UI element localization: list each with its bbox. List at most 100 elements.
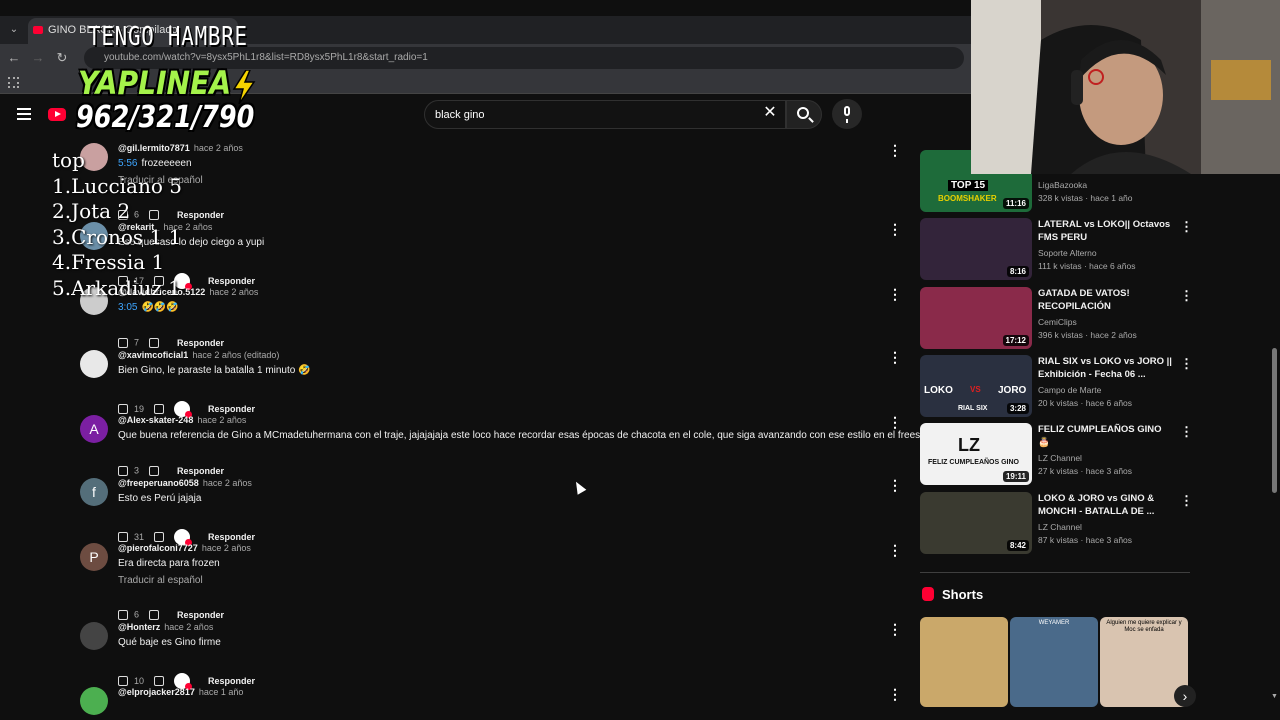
like-icon[interactable] <box>118 676 128 686</box>
comment-author[interactable]: @xavimcoficial1 <box>118 350 188 360</box>
related-video[interactable]: 17:12 GATADA DE VATOS! RECOPILACIÓN #Nels… <box>920 287 1193 349</box>
comment-text: Era directa para frozen <box>118 558 220 569</box>
video-thumbnail[interactable]: 17:12 <box>920 287 1032 349</box>
video-thumbnail[interactable]: LOKO VS JORO RIAL SIX 3:28 <box>920 355 1032 417</box>
video-stats: 27 k vistas · hace 3 años <box>1038 466 1133 476</box>
video-title[interactable]: LATERAL vs LOKO|| Octavos FMS PERU <box>1038 218 1174 244</box>
forward-icon[interactable]: → <box>30 50 46 66</box>
avatar[interactable] <box>80 622 108 650</box>
comment-time[interactable]: hace 2 años (editado) <box>192 350 279 360</box>
related-video[interactable]: LOKO VS JORO RIAL SIX 3:28 RIAL SIX vs LOKO v… <box>920 355 1193 417</box>
dislike-icon[interactable] <box>154 404 165 414</box>
channel-name[interactable]: LZ Channel <box>1038 453 1082 463</box>
comment-author[interactable]: @Honterz <box>118 622 160 632</box>
video-thumbnail[interactable]: 8:42 <box>920 492 1032 554</box>
video-title[interactable]: RIAL SIX vs LOKO vs JORO || Exhibición -… <box>1038 355 1174 381</box>
more-options-icon[interactable]: ⋮ <box>1180 425 1193 438</box>
reply-button[interactable]: Responder <box>208 276 255 286</box>
like-icon[interactable] <box>118 609 128 620</box>
thumb-text: LZ <box>958 435 980 455</box>
video-thumbnail[interactable]: LZ FELIZ CUMPLEAÑOS GINO 19:11 <box>920 423 1032 485</box>
like-count: 31 <box>134 532 145 542</box>
reply-button[interactable]: Responder <box>208 404 255 414</box>
more-options-icon[interactable]: ⋮ <box>888 287 902 301</box>
video-title[interactable]: LOKO & JORO vs GINO & MONCHI - BATALLA D… <box>1038 492 1174 518</box>
like-icon[interactable] <box>118 532 128 542</box>
comment-author[interactable]: @Alex-skater-248 <box>118 415 193 425</box>
more-options-icon[interactable]: ⋮ <box>1180 357 1193 370</box>
reply-button[interactable]: Responder <box>177 210 224 220</box>
avatar[interactable]: f <box>80 478 108 506</box>
more-options-icon[interactable]: ⋮ <box>888 222 902 236</box>
more-options-icon[interactable]: ⋮ <box>1180 494 1193 507</box>
more-options-icon[interactable]: ⋮ <box>888 543 902 557</box>
comment-time[interactable]: hace 2 años <box>203 478 252 488</box>
avatar[interactable] <box>80 350 108 378</box>
like-icon[interactable] <box>118 337 128 348</box>
voice-search-button[interactable] <box>832 99 862 129</box>
more-options-icon[interactable]: ⋮ <box>888 687 902 701</box>
related-video[interactable]: 8:16 LATERAL vs LOKO|| Octavos FMS PERU So… <box>920 218 1193 280</box>
more-options-icon[interactable]: ⋮ <box>888 622 902 636</box>
dislike-icon[interactable] <box>154 532 165 542</box>
more-options-icon[interactable]: ⋮ <box>1180 220 1193 233</box>
channel-name[interactable]: LigaBazooka <box>1038 180 1087 190</box>
dislike-icon[interactable] <box>149 465 160 476</box>
reply-button[interactable]: Responder <box>177 466 224 476</box>
comment-time[interactable]: hace 2 años <box>194 143 243 153</box>
search-input[interactable]: black gino <box>424 100 786 129</box>
more-options-icon[interactable]: ⋮ <box>888 415 902 429</box>
comment-author[interactable]: @pierofalconi7727 <box>118 543 198 553</box>
dislike-icon[interactable] <box>149 337 160 348</box>
video-thumbnail[interactable]: 8:16 <box>920 218 1032 280</box>
scroll-down-icon[interactable]: ▼ <box>1271 693 1278 700</box>
short-thumbnail[interactable] <box>920 617 1008 707</box>
timestamp-link[interactable]: 3:05 <box>118 302 137 313</box>
reply-button[interactable]: Responder <box>177 338 224 348</box>
reload-icon[interactable]: ↻ <box>54 50 70 66</box>
channel-name[interactable]: Campo de Marte <box>1038 385 1101 395</box>
clear-search-icon[interactable]: ✕ <box>762 105 778 121</box>
comment-time[interactable]: hace 2 años <box>164 622 213 632</box>
dislike-icon[interactable] <box>154 676 165 686</box>
youtube-logo-icon[interactable] <box>48 108 66 121</box>
tab-search-icon[interactable]: ⌄ <box>6 20 22 40</box>
avatar[interactable]: A <box>80 415 108 443</box>
reply-button[interactable]: Responder <box>177 610 224 620</box>
more-options-icon[interactable]: ⋮ <box>1180 289 1193 302</box>
search-button[interactable] <box>786 100 822 129</box>
like-icon[interactable] <box>118 465 128 476</box>
channel-name[interactable]: LZ Channel <box>1038 522 1082 532</box>
reply-button[interactable]: Responder <box>208 676 255 686</box>
more-options-icon[interactable]: ⋮ <box>888 143 902 157</box>
thumb-text: VS <box>970 385 981 394</box>
video-title[interactable]: FELIZ CUMPLEAÑOS GINO 🎂 <box>1038 423 1174 449</box>
translate-link[interactable]: Traducir al español <box>118 575 203 586</box>
comment-time[interactable]: hace 2 años <box>197 415 246 425</box>
like-icon[interactable] <box>118 404 128 414</box>
avatar[interactable]: P <box>80 543 108 571</box>
more-options-icon[interactable]: ⋮ <box>888 478 902 492</box>
related-video[interactable]: 8:42 LOKO & JORO vs GINO & MONCHI - BATAL… <box>920 492 1193 554</box>
hamburger-menu-icon[interactable] <box>17 108 31 120</box>
comment-time[interactable]: hace 2 años <box>209 287 258 297</box>
comment-time[interactable]: hace 1 año <box>199 687 244 697</box>
back-icon[interactable]: ← <box>6 50 22 66</box>
short-thumbnail[interactable]: WEYAMER <box>1010 617 1098 707</box>
dislike-icon[interactable] <box>149 609 160 620</box>
apps-grid-icon[interactable] <box>8 77 19 88</box>
comment-author[interactable]: @elprojacker2817 <box>118 687 195 697</box>
comment-author[interactable]: @freeperuano6058 <box>118 478 199 488</box>
channel-name[interactable]: CemiClips <box>1038 317 1077 327</box>
avatar[interactable] <box>80 687 108 715</box>
channel-name[interactable]: Soporte Alterno <box>1038 248 1097 258</box>
related-video[interactable]: LZ FELIZ CUMPLEAÑOS GINO 19:11 FELIZ CUMPLE… <box>920 423 1193 485</box>
scrollbar-thumb[interactable] <box>1272 348 1277 493</box>
reply-button[interactable]: Responder <box>208 532 255 542</box>
ranking-line: 3.Cronos 1 1 <box>52 224 182 249</box>
video-title[interactable]: GATADA DE VATOS! RECOPILACIÓN #NelsonCap… <box>1038 287 1174 314</box>
shorts-next-button[interactable]: › <box>1174 685 1196 707</box>
short-caption: WEYAMER <box>1038 620 1070 626</box>
comment-time[interactable]: hace 2 años <box>202 543 251 553</box>
more-options-icon[interactable]: ⋮ <box>888 350 902 364</box>
